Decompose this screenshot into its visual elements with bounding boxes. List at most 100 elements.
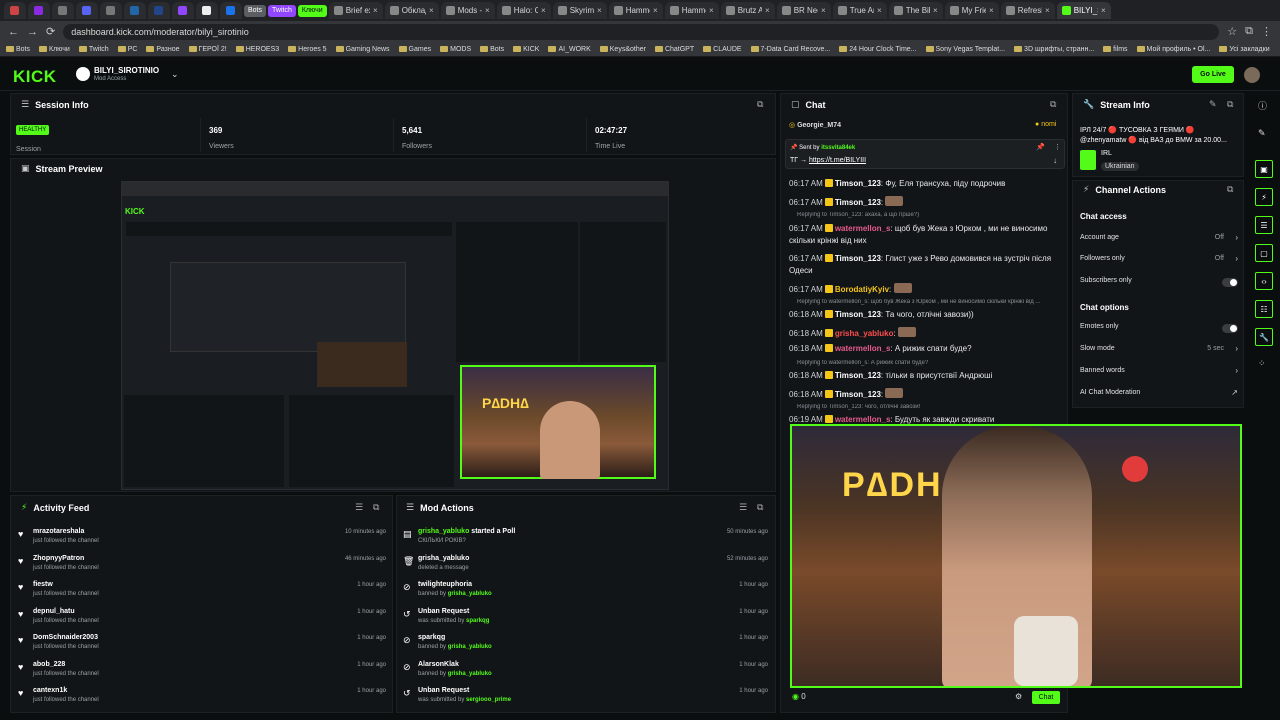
tab-close-icon[interactable]: × [1101,6,1106,15]
browser-tab[interactable]: Refreshing× [1000,2,1055,19]
slow-mode-setting[interactable]: Slow mode 5 sec › [1080,344,1240,357]
popout-icon[interactable]: ⧉ [757,502,763,513]
activity-item[interactable]: ♥ abob_228 just followed the channel 1 hour… [14,660,390,686]
mod-action-by[interactable]: grisha_yabluko [448,591,492,597]
rail-bolt-icon[interactable]: ⚡ [1255,188,1273,206]
kick-logo[interactable]: KICK [13,67,57,87]
mod-action-item[interactable]: ↺ Unban Request was submitted by sparkqg 1 … [400,607,772,633]
mod-action-item[interactable]: ↺ Unban Request was submitted by sergiooo_… [400,686,772,712]
pinned-group-tab[interactable]: Ключи [297,4,327,17]
tab-close-icon[interactable]: × [429,6,434,15]
filter-icon[interactable]: ☰ [739,502,747,513]
browser-tab[interactable] [148,2,170,19]
info-icon[interactable]: ⓘ [1258,99,1267,112]
category-name[interactable]: IRL [1101,150,1112,157]
bookmark-item[interactable]: HEROES3 [235,46,279,53]
bookmark-item[interactable]: Bots [480,46,504,53]
rail-more-icon[interactable]: ⁘ [1258,358,1266,369]
bookmark-item[interactable]: Ключи [39,46,70,53]
mod-action-item[interactable]: ⊘ twilighteuphoria banned by grisha_yabluk… [400,580,772,606]
ai-chat-moderation-setting[interactable]: AI Chat Moderation ↗ [1080,388,1240,401]
chat-username[interactable]: Timson_123 [835,254,881,263]
browser-tab[interactable] [4,2,26,19]
mod-action-user[interactable]: Unban Request [418,687,469,694]
chat-username[interactable]: Timson_123 [835,198,881,207]
bookmark-item[interactable]: Bots [6,46,30,53]
activity-username[interactable]: depnul_hatu [33,608,75,615]
rail-preview-icon[interactable]: ▣ [1255,160,1273,178]
emotes-only-setting[interactable]: Emotes only [1080,323,1240,335]
unpin-icon[interactable]: 📌 [1036,143,1045,151]
chat-username[interactable]: Timson_123 [835,310,881,319]
tab-close-icon[interactable]: × [765,6,770,15]
bookmark-item[interactable]: Разное [146,46,180,53]
mod-action-by[interactable]: sergiooo_prime [466,697,511,703]
mod-action-item[interactable]: 🗑 grisha_yabluko deleted a message 52 minut… [400,554,772,580]
forward-icon[interactable]: → [27,26,38,38]
browser-tab[interactable] [28,2,50,19]
activity-username[interactable]: fiestw [33,581,53,588]
tab-close-icon[interactable]: × [877,6,882,15]
popout-icon[interactable]: ⧉ [1227,99,1233,110]
popout-icon[interactable]: ⧉ [757,99,763,110]
chat-message[interactable]: 06:17 AM Timson_123: Глист уже з Рево дом… [789,253,1069,277]
activity-item[interactable]: ♥ ZhopnyyPatron just followed the channel 4… [14,554,390,580]
more-icon[interactable]: ⋮ [1054,143,1061,151]
mod-action-by[interactable]: sparkqg [466,618,489,624]
rail-list-icon[interactable]: ☰ [1255,216,1273,234]
extensions-icon[interactable]: ⧉ [1245,25,1253,38]
browser-tab[interactable] [52,2,74,19]
send-chat-button[interactable]: Chat [1032,691,1060,704]
chat-message[interactable]: 06:18 AM grisha_yabluko: [789,327,1069,338]
browser-tab[interactable]: Halo: Camp× [496,2,551,19]
bookmark-item[interactable]: Усі закладки [1219,46,1270,53]
activity-username[interactable]: cantexn1k [33,687,67,694]
bookmark-item[interactable]: Gaming News [335,46,390,53]
activity-username[interactable]: mrazotareshala [33,528,84,535]
browser-tab[interactable] [196,2,218,19]
chat-message[interactable]: 06:18 AM Timson_123: Та чого, отлічні зав… [789,310,1069,319]
browser-tab[interactable]: Skyrim Spe× [552,2,607,19]
pinned-group-tab[interactable]: Bots [244,4,267,17]
tab-close-icon[interactable]: × [1045,6,1050,15]
browser-menu-icon[interactable]: ⋮ [1261,25,1272,38]
mod-action-by[interactable]: grisha_yabluko [448,671,492,677]
bookmark-item[interactable]: Heroes 5 [288,46,327,53]
bookmark-item[interactable]: 3D шрифты, странн... [1014,46,1094,53]
account-age-setting[interactable]: Account age Off › [1080,233,1240,246]
chat-username[interactable]: Timson_123 [835,390,881,399]
user-avatar[interactable] [1244,67,1260,83]
rail-code-icon[interactable]: ‹› [1255,272,1273,290]
collapse-icon[interactable]: ↓ [1053,156,1057,165]
bookmark-item[interactable]: Games [398,46,431,53]
chat-username[interactable]: watermellon_s [835,224,891,233]
bookmark-item[interactable]: PC [117,46,137,53]
activity-username[interactable]: ZhopnyyPatron [33,555,84,562]
bookmark-item[interactable]: AI_WORK [548,46,591,53]
subscribers-only-toggle[interactable] [1222,278,1238,287]
browser-tab[interactable]: The Bike In× [888,2,943,19]
emotes-only-toggle[interactable] [1222,324,1238,333]
tab-close-icon[interactable]: × [373,6,378,15]
banned-words-setting[interactable]: Banned words › [1080,366,1240,379]
bookmark-item[interactable]: CLAUDE [703,46,742,53]
browser-tab[interactable]: Brief explan× [328,2,383,19]
rail-chat-icon[interactable]: ▢ [1255,244,1273,262]
bookmark-item[interactable]: KICK [513,46,539,53]
browser-tab[interactable] [124,2,146,19]
bookmark-item[interactable]: 24 Hour Clock Time... [839,46,917,53]
filter-icon[interactable]: ☰ [355,502,363,513]
bookmark-item[interactable]: Keys&other [599,46,646,53]
tab-close-icon[interactable]: × [933,6,938,15]
mod-action-item[interactable]: ⊘ sparkqg banned by grisha_yabluko 1 hour a… [400,633,772,659]
popout-icon[interactable]: ⧉ [373,502,379,513]
star-icon[interactable]: ☆ [1227,25,1237,38]
activity-item[interactable]: ♥ depnul_hatu just followed the channel 1 h… [14,607,390,633]
bookmark-item[interactable]: ГЕРОЇ 2! [188,46,227,53]
chat-username[interactable]: watermellon_s [835,415,891,424]
mod-action-item[interactable]: ⊘ AlarsonKlak banned by grisha_yabluko 1 ho… [400,660,772,686]
chat-message[interactable]: 06:17 AM BorodatiyKyiv: [789,283,1069,294]
pinned-link[interactable]: https://t.me/BILYIII [809,157,866,164]
url-field[interactable]: dashboard.kick.com/moderator/bilyi_sirot… [63,23,1220,40]
chat-message[interactable]: 06:17 AM Timson_123: Фу, Еля трансуха, пі… [789,179,1069,188]
